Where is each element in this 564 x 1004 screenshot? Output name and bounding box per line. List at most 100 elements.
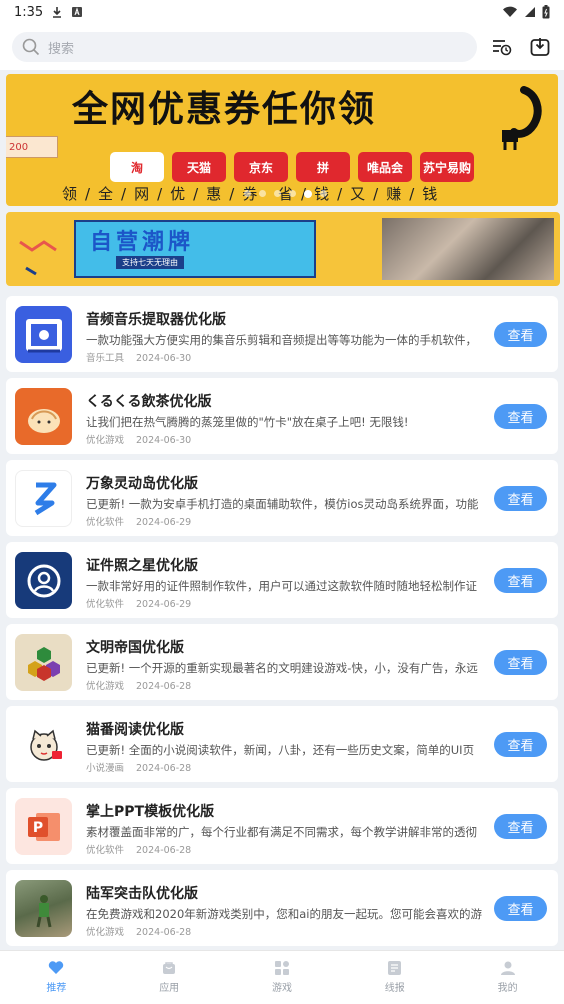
app-meta: 优化游戏 2024-06-28 <box>86 924 191 938</box>
carousel-dot[interactable] <box>289 190 296 197</box>
app-title: 猫番阅读优化版 <box>86 722 184 738</box>
list-item[interactable]: P 掌上PPT模板优化版 素材覆盖面非常的广，每个行业都有满足不同需求，每个教学… <box>6 788 558 864</box>
list-item[interactable]: 音频音乐提取器优化版 一款功能强大方便实用的集音乐剪辑和音频提出等等功能为一体的… <box>6 296 558 372</box>
vipshop-logo: 唯品会 <box>358 152 412 182</box>
app-meta: 优化游戏 2024-06-30 <box>86 432 191 446</box>
app-icon <box>15 470 72 527</box>
tab-label: 应用 <box>159 983 180 994</box>
app-icon <box>15 388 72 445</box>
brand-banner-subtitle: 支持七天无理由 <box>116 256 184 269</box>
audio-ticket-icon <box>25 318 62 352</box>
app-date: 2024-06-28 <box>136 681 192 692</box>
app-title: 音频音乐提取器优化版 <box>86 312 226 328</box>
status-time: 1:35 <box>14 4 44 20</box>
app-notification-icon <box>72 7 83 17</box>
app-date: 2024-06-30 <box>136 435 192 446</box>
search-icon <box>22 38 40 56</box>
tab-apps[interactable]: 应用 <box>113 951 226 1004</box>
view-button[interactable]: 查看 <box>494 732 547 757</box>
app-icon: P <box>15 798 72 855</box>
app-meta: 优化软件 2024-06-29 <box>86 514 191 528</box>
view-button[interactable]: 查看 <box>494 486 547 511</box>
app-category: 优化游戏 <box>86 681 125 692</box>
brand-banner-title: 自营潮牌 <box>90 230 195 255</box>
carousel-dot[interactable] <box>274 190 281 197</box>
app-meta: 优化软件 2024-06-28 <box>86 842 191 856</box>
app-date: 2024-06-28 <box>136 927 192 938</box>
store-logos: 淘 天猫 京东 拼 唯品会 苏宁易购 <box>110 152 474 182</box>
user-icon <box>500 961 515 975</box>
tab-games[interactable]: 游戏 <box>226 951 339 1004</box>
download-manager-button[interactable] <box>528 35 552 59</box>
view-button[interactable]: 查看 <box>494 814 547 839</box>
suning-logo: 苏宁易购 <box>420 152 474 182</box>
app-meta: 优化软件 2024-06-29 <box>86 596 191 610</box>
coupon-banner[interactable]: 全网优惠券任你领 200 淘 天猫 京东 拼 唯品会 苏宁易购 领/全/网/优/… <box>6 74 558 206</box>
search-placeholder: 搜索 <box>48 41 75 57</box>
app-date: 2024-06-29 <box>136 599 192 610</box>
app-meta: 优化游戏 2024-06-28 <box>86 678 191 692</box>
cat-icon <box>29 729 62 761</box>
coupon-ticket-value: 200 <box>9 141 29 153</box>
carousel-dot-active[interactable] <box>304 190 312 198</box>
list-item[interactable]: 文明帝国优化版 已更新! 一个开源的重新实现最著名的文明建设游戏-快，小，没有广… <box>6 624 558 700</box>
id-photo-icon <box>27 564 60 597</box>
tab-recommend[interactable]: 推荐 <box>0 951 113 1004</box>
tmall-logo: 天猫 <box>172 152 226 182</box>
battery-icon <box>542 5 550 19</box>
app-list: 音频音乐提取器优化版 一款功能强大方便实用的集音乐剪辑和音频提出等等功能为一体的… <box>6 296 558 950</box>
tab-news[interactable]: 线报 <box>338 951 451 1004</box>
tab-label: 线报 <box>384 983 405 994</box>
app-category: 优化游戏 <box>86 927 125 938</box>
powerpoint-icon: P <box>27 812 60 841</box>
soldier-icon <box>36 894 51 927</box>
search-input[interactable]: 搜索 <box>12 32 477 62</box>
dynamic-island-icon <box>34 482 56 515</box>
app-title: 掌上PPT模板优化版 <box>86 804 215 820</box>
brand-banner[interactable]: 自营潮牌 支持七天无理由 <box>6 212 560 286</box>
banner-title: 全网优惠券任你领 <box>72 89 377 130</box>
view-button[interactable]: 查看 <box>494 568 547 593</box>
app-category: 小说漫画 <box>86 763 125 774</box>
list-item[interactable]: 猫番阅读优化版 已更新! 全面的小说阅读软件，新闻，八卦，还有一些历史文案，简单… <box>6 706 558 782</box>
app-meta: 音乐工具 2024-06-30 <box>86 350 191 364</box>
app-category: 优化软件 <box>86 599 125 610</box>
app-icon <box>15 880 72 937</box>
view-button[interactable]: 查看 <box>494 322 547 347</box>
coupon-ticket: 200 <box>6 136 58 158</box>
list-item[interactable]: 证件照之星优化版 一款非常好用的证件照制作软件，用户可以通过这款软件随时随地轻松… <box>6 542 558 618</box>
list-item[interactable]: くるくる飲茶优化版 让我们把在热气腾腾的蒸笼里做的"竹卡"放在桌子上吧! 无限钱… <box>6 378 558 454</box>
app-description: 让我们把在热气腾腾的蒸笼里做的"竹卡"放在桌子上吧! 无限钱! <box>86 415 409 429</box>
pinduoduo-logo: 拼 <box>296 152 350 182</box>
taobao-logo: 淘 <box>110 152 164 182</box>
tab-label: 游戏 <box>271 983 292 994</box>
carousel-dot[interactable] <box>320 190 327 197</box>
app-title: 证件照之星优化版 <box>86 558 198 574</box>
view-button[interactable]: 查看 <box>494 650 547 675</box>
tab-profile[interactable]: 我的 <box>451 951 564 1004</box>
app-description: 一款功能强大方便实用的集音乐剪辑和音频提出等等功能为一体的手机软件， <box>86 333 477 347</box>
list-item[interactable]: 陆军突击队优化版 在免费游戏和2020年新游戏类别中，您和ai的朋友一起玩。您可… <box>6 870 558 946</box>
app-title: 万象灵动岛优化版 <box>86 476 198 492</box>
tab-label: 我的 <box>497 983 518 994</box>
app-description: 一款非常好用的证件照制作软件，用户可以通过这款软件随时随地轻松制作证 <box>86 579 477 593</box>
list-item[interactable]: 万象灵动岛优化版 已更新! 一款为安卓手机打造的桌面辅助软件，模仿ios灵动岛系… <box>6 460 558 536</box>
bottom-tab-bar: 推荐 应用 游戏 线报 我的 <box>0 950 564 1004</box>
carousel-indicator <box>244 190 327 198</box>
hexagon-tiles-icon <box>27 646 60 681</box>
history-list-button[interactable] <box>491 35 515 59</box>
app-description: 素材覆盖面非常的广，每个行业都有满足不同需求，每个教学讲解非常的透彻 <box>86 825 477 839</box>
carousel-dot[interactable] <box>259 190 266 197</box>
brand-banner-photo <box>382 218 554 280</box>
app-meta: 小说漫画 2024-06-28 <box>86 760 191 774</box>
wifi-icon <box>503 6 517 18</box>
app-category: 音乐工具 <box>86 353 125 364</box>
view-button[interactable]: 查看 <box>494 896 547 921</box>
app-category: 优化游戏 <box>86 435 125 446</box>
carousel-dot[interactable] <box>244 190 251 197</box>
app-date: 2024-06-28 <box>136 845 192 856</box>
document-icon <box>388 961 402 975</box>
view-button[interactable]: 查看 <box>494 404 547 429</box>
app-title: 陆军突击队优化版 <box>86 886 198 902</box>
jd-logo: 京东 <box>234 152 288 182</box>
